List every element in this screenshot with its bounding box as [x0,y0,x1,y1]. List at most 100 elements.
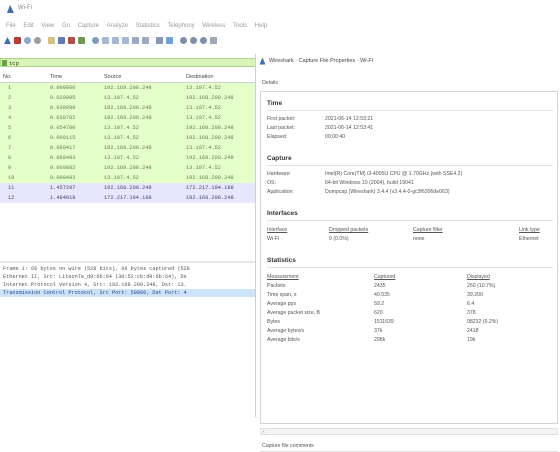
packet-time: 0.060493 [50,155,76,161]
packet-destination: 13.107.4.52 [186,85,221,91]
menu-analyze[interactable]: Analyze [107,23,128,29]
capture-comments-label: Capture file comments [262,443,314,449]
zoom-out-icon[interactable] [190,37,197,44]
packet-row[interactable]: 7 0.060417 192.168.200.248 13.107.4.52 [0,143,262,153]
horizontal-scrollbar[interactable]: ‹ [260,428,558,435]
first-icon[interactable] [132,37,139,44]
packet-time: 1.484918 [50,195,76,201]
packet-row[interactable]: 12 1.484918 172.217.194.188 192.168.200.248 [0,193,262,203]
interfaces-col-filter: Capture filter [413,227,443,233]
packet-row[interactable]: 9 0.060882 192.168.200.248 13.107.4.52 [0,163,262,173]
column-no[interactable]: No. [3,74,12,80]
detail-ethernet[interactable]: Ethernet II, Src: LiteonTe_d9:6b:64 (30:… [0,273,262,281]
menu-view[interactable]: View [41,23,54,29]
colorize-icon[interactable] [166,37,173,44]
pane-splitter[interactable] [0,261,262,263]
open-icon[interactable] [48,37,55,44]
detail-ipv4[interactable]: Internet Protocol Version 4, Src: 192.16… [0,281,262,289]
detail-frame[interactable]: Frame 1: 66 bytes on wire (528 bits), 66… [0,265,262,273]
packet-row[interactable]: 2 0.029895 13.107.4.52 192.168.200.248 [0,93,262,103]
detail-tcp[interactable]: Transmission Control Protocol, Src Port:… [0,289,262,297]
save-icon[interactable] [58,37,65,44]
stat-displayed: 378 [467,310,476,316]
packet-row[interactable]: 4 0.030782 192.168.200.248 13.107.4.52 [0,113,262,123]
first-packet-label: First packet: [267,116,296,122]
menu-telephony[interactable]: Telephony [167,23,194,29]
menu-help[interactable]: Help [255,23,267,29]
stat-captured: 298k [374,337,386,343]
packet-row[interactable]: 1 0.000000 192.168.200.248 13.107.4.52 [0,83,262,93]
interface-filter: none [413,236,425,242]
packet-source: 192.168.200.248 [104,105,152,111]
packet-source: 192.168.200.248 [104,145,152,151]
close-icon[interactable] [68,37,75,44]
resize-columns-icon[interactable] [210,37,217,44]
packet-no: 8 [8,155,12,161]
interfaces-col-link-type: Link type [519,227,540,233]
menu-file[interactable]: File [6,23,16,29]
go-to-icon[interactable] [122,37,129,44]
last-icon[interactable] [142,37,149,44]
packet-list-header: No. Time Source Destination [0,73,262,83]
wireshark-logo-icon [7,5,14,13]
forward-icon[interactable] [112,37,119,44]
os-value: 64-bit Windows 10 (2004), build 19041 [325,180,414,186]
find-icon[interactable] [92,37,99,44]
shark-fin-icon[interactable] [4,37,11,44]
first-packet-value: 2021-06-14 12:53:21 [325,116,374,122]
application-label: Application: [267,189,294,195]
menu-capture[interactable]: Capture [78,23,99,29]
stat-measurement: Average pps [267,301,297,307]
packet-time: 0.029895 [50,95,76,101]
stat-captured: 37k [374,328,383,334]
packet-row[interactable]: 11 1.457297 192.168.200.248 172.217.194.188 [0,183,262,193]
elapsed-value: 00:00:40 [325,134,346,140]
column-time[interactable]: Time [50,74,62,80]
packet-destination: 13.107.4.52 [186,105,221,111]
menu-statistics[interactable]: Statistics [136,23,160,29]
column-source[interactable]: Source [104,74,121,80]
packet-no: 11 [8,185,15,191]
packet-row[interactable]: 5 0.054780 13.107.4.52 192.168.200.248 [0,123,262,133]
packet-no: 10 [8,175,15,181]
packet-no: 1 [8,85,12,91]
packet-row[interactable]: 10 0.090493 13.107.4.52 192.168.200.248 [0,173,262,183]
elapsed-label: Elapsed: [267,134,288,140]
packet-details-tree: Frame 1: 66 bytes on wire (528 bits), 66… [0,265,262,297]
menu-go[interactable]: Go [62,23,70,29]
packet-row[interactable]: 6 0.060115 13.107.4.52 192.168.200.248 [0,133,262,143]
capture-file-properties-dialog: Wireshark · Capture File Properties · Wi… [255,54,560,452]
stats-col-measurement: Measurement [267,274,299,280]
back-icon[interactable] [102,37,109,44]
options-icon[interactable] [34,37,41,44]
restart-icon[interactable] [24,37,31,44]
scroll-left-icon[interactable]: ‹ [263,429,265,435]
menu-edit[interactable]: Edit [23,23,33,29]
interface-link-type: Ethernet [519,236,539,242]
stat-measurement: Packets [267,283,286,289]
properties-pane[interactable]: Time First packet: 2021-06-14 12:53:21 L… [260,91,558,424]
stat-displayed: 2418 [467,328,479,334]
stop-icon[interactable] [14,37,21,44]
filter-bookmark-icon[interactable] [2,60,7,66]
packet-row[interactable]: 3 0.030090 192.168.200.248 13.107.4.52 [0,103,262,113]
interface-dropped: 0 (0.0%) [329,236,349,242]
packet-time: 0.060417 [50,145,76,151]
packet-destination: 192.168.200.248 [186,95,234,101]
wireshark-logo-icon [259,57,266,65]
reload-icon[interactable] [78,37,85,44]
column-destination[interactable]: Destination [186,74,214,80]
packet-destination: 192.168.200.248 [186,125,234,131]
packet-source: 13.107.4.52 [104,95,139,101]
zoom-in-icon[interactable] [180,37,187,44]
packet-row[interactable]: 8 0.060493 13.107.4.52 192.168.200.248 [0,153,262,163]
dialog-title: Wireshark · Capture File Properties · Wi… [269,58,373,64]
display-filter-input[interactable]: tcp [0,58,262,67]
autoscroll-icon[interactable] [156,37,163,44]
menu-wireless[interactable]: Wireless [202,23,225,29]
menu-tools[interactable]: Tools [233,23,247,29]
zoom-reset-icon[interactable] [200,37,207,44]
stat-displayed: 98232 (6.2%) [467,319,499,325]
stats-col-captured: Captured [374,274,396,280]
details-label: Details [262,80,278,86]
